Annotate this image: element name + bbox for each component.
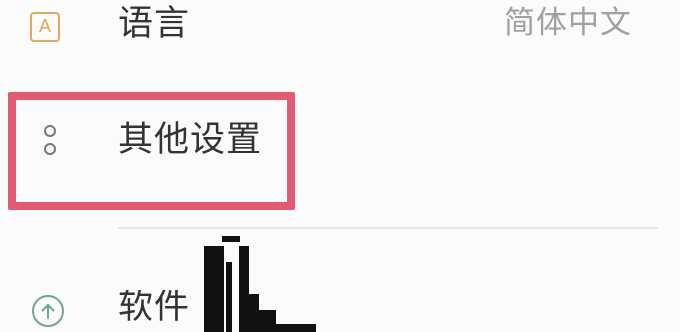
language-icon: A bbox=[30, 12, 60, 42]
pixel-artifact bbox=[204, 236, 316, 332]
upload-icon bbox=[32, 295, 64, 327]
divider bbox=[118, 227, 658, 229]
language-label: 语言 bbox=[118, 4, 191, 44]
software-update-label: 软件 bbox=[118, 287, 191, 327]
language-setting-row[interactable]: A 语言 简体中文 bbox=[0, 0, 680, 60]
other-settings-row[interactable]: 其他设置 bbox=[0, 82, 680, 212]
more-options-icon bbox=[44, 125, 56, 155]
software-update-row[interactable]: 软件 bbox=[0, 270, 680, 332]
other-settings-label: 其他设置 bbox=[118, 120, 263, 160]
settings-screen: A 语言 简体中文 其他设置 软件 bbox=[0, 0, 680, 332]
language-value: 简体中文 bbox=[504, 5, 632, 41]
